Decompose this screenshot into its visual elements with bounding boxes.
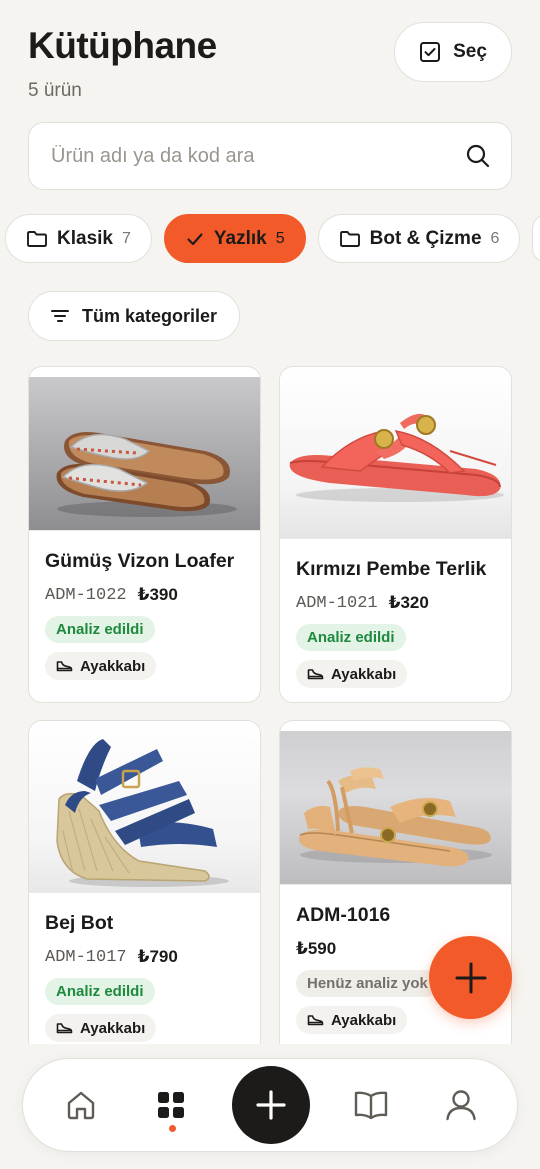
product-code: ADM-1021 bbox=[296, 593, 378, 613]
shoe-icon bbox=[56, 1023, 73, 1034]
folder-icon bbox=[339, 230, 360, 247]
check-icon bbox=[187, 232, 203, 245]
select-button[interactable]: Seç bbox=[394, 22, 512, 82]
add-product-fab[interactable] bbox=[429, 936, 512, 1019]
product-name: ADM-1016 bbox=[296, 904, 391, 926]
folder-icon bbox=[27, 230, 47, 247]
category-tag: Ayakkabı bbox=[296, 1006, 408, 1034]
shoe-icon bbox=[307, 669, 324, 680]
search-bar bbox=[28, 122, 512, 190]
chip-yazlik[interactable]: Yazlık 5 bbox=[163, 214, 306, 263]
product-price: ₺390 bbox=[137, 585, 178, 604]
product-meta: ADM-1017 ₺790 bbox=[45, 947, 244, 967]
chip-bot-cizme[interactable]: Bot & Çizme 6 bbox=[317, 214, 521, 263]
chip-klasik[interactable]: Klasik 7 bbox=[5, 214, 152, 263]
product-image bbox=[280, 367, 511, 539]
category-label: Ayakkabı bbox=[80, 1019, 146, 1037]
search-icon[interactable] bbox=[465, 143, 491, 169]
category-tag: Ayakkabı bbox=[45, 1014, 157, 1042]
shoe-icon bbox=[56, 661, 73, 672]
nav-profile[interactable] bbox=[437, 1081, 485, 1129]
chip-count: 5 bbox=[275, 229, 285, 247]
chip-label: Yazlık bbox=[213, 227, 267, 249]
bottom-navigation bbox=[22, 1058, 518, 1152]
sandal-illustration bbox=[298, 767, 492, 867]
sandal-illustration bbox=[56, 432, 237, 517]
chip-label: Bot & Çizme bbox=[369, 227, 482, 249]
category-tag: Ayakkabı bbox=[45, 652, 157, 680]
status-badge: Analiz edildi bbox=[45, 616, 155, 643]
category-label: Ayakkabı bbox=[331, 1011, 397, 1029]
status-badge: Analiz edildi bbox=[45, 978, 155, 1005]
product-price: ₺790 bbox=[137, 947, 178, 966]
active-indicator bbox=[169, 1125, 176, 1132]
category-label: Ayakkabı bbox=[80, 657, 146, 675]
book-icon bbox=[354, 1091, 388, 1120]
product-name: Bej Bot bbox=[45, 912, 114, 934]
select-button-label: Seç bbox=[453, 41, 487, 62]
product-info: Gümüş Vizon Loafer ADM-1022 ₺390 Analiz … bbox=[29, 531, 260, 680]
filter-icon bbox=[51, 310, 69, 322]
product-price: ₺320 bbox=[388, 593, 429, 612]
grid-icon bbox=[158, 1092, 184, 1118]
plus-icon bbox=[455, 962, 486, 993]
chip-label: Klasik bbox=[57, 227, 113, 249]
category-label: Ayakkabı bbox=[331, 665, 397, 683]
product-info: Kırmızı Pembe Terlik ADM-1021 ₺320 Anali… bbox=[280, 539, 511, 688]
sandal-illustration bbox=[289, 413, 504, 502]
product-meta: ADM-1021 ₺320 bbox=[296, 593, 495, 613]
category-chips: Klasik 7 Yazlık 5 Bot & Çizme 6 bbox=[5, 214, 540, 263]
nav-catalog[interactable] bbox=[347, 1081, 395, 1129]
product-image bbox=[280, 731, 511, 885]
product-price: ₺590 bbox=[296, 939, 337, 958]
wedge-sandal-illustration bbox=[56, 739, 229, 887]
search-input[interactable] bbox=[51, 144, 465, 168]
home-icon bbox=[67, 1091, 95, 1120]
status-badge: Henüz analiz yok bbox=[296, 970, 439, 997]
product-code: ADM-1017 bbox=[45, 947, 127, 967]
product-image bbox=[29, 377, 260, 531]
nav-home[interactable] bbox=[57, 1081, 105, 1129]
shoe-icon bbox=[307, 1015, 324, 1026]
product-card[interactable]: Kırmızı Pembe Terlik ADM-1021 ₺320 Anali… bbox=[279, 366, 512, 703]
product-card[interactable]: Gümüş Vizon Loafer ADM-1022 ₺390 Analiz … bbox=[28, 366, 261, 703]
add-icon bbox=[256, 1090, 286, 1120]
profile-icon bbox=[446, 1090, 476, 1121]
checkbox-icon bbox=[420, 42, 441, 62]
chip-count: 6 bbox=[490, 229, 500, 247]
product-image bbox=[29, 721, 260, 893]
product-meta: ADM-1022 ₺390 bbox=[45, 585, 244, 605]
product-code: ADM-1022 bbox=[45, 585, 127, 605]
product-count: 5 ürün bbox=[28, 80, 82, 101]
category-filter-button[interactable]: Tüm kategoriler bbox=[28, 291, 240, 341]
product-name: Gümüş Vizon Loafer bbox=[45, 550, 235, 572]
product-card[interactable]: ADM-1016 ₺590 Henüz analiz yok Ayakkabı bbox=[279, 720, 512, 1080]
status-badge: Analiz edildi bbox=[296, 624, 406, 651]
nav-library[interactable] bbox=[147, 1081, 195, 1129]
product-card[interactable]: Bej Bot ADM-1017 ₺790 Analiz edildi Ayak… bbox=[28, 720, 261, 1080]
chip-more[interactable] bbox=[532, 214, 540, 263]
nav-add[interactable] bbox=[232, 1066, 310, 1144]
product-info: Bej Bot ADM-1017 ₺790 Analiz edildi Ayak… bbox=[29, 893, 260, 1042]
product-name: Kırmızı Pembe Terlik bbox=[296, 558, 487, 580]
filter-label: Tüm kategoriler bbox=[82, 305, 218, 326]
chip-count: 7 bbox=[121, 229, 131, 247]
category-tag: Ayakkabı bbox=[296, 660, 408, 688]
